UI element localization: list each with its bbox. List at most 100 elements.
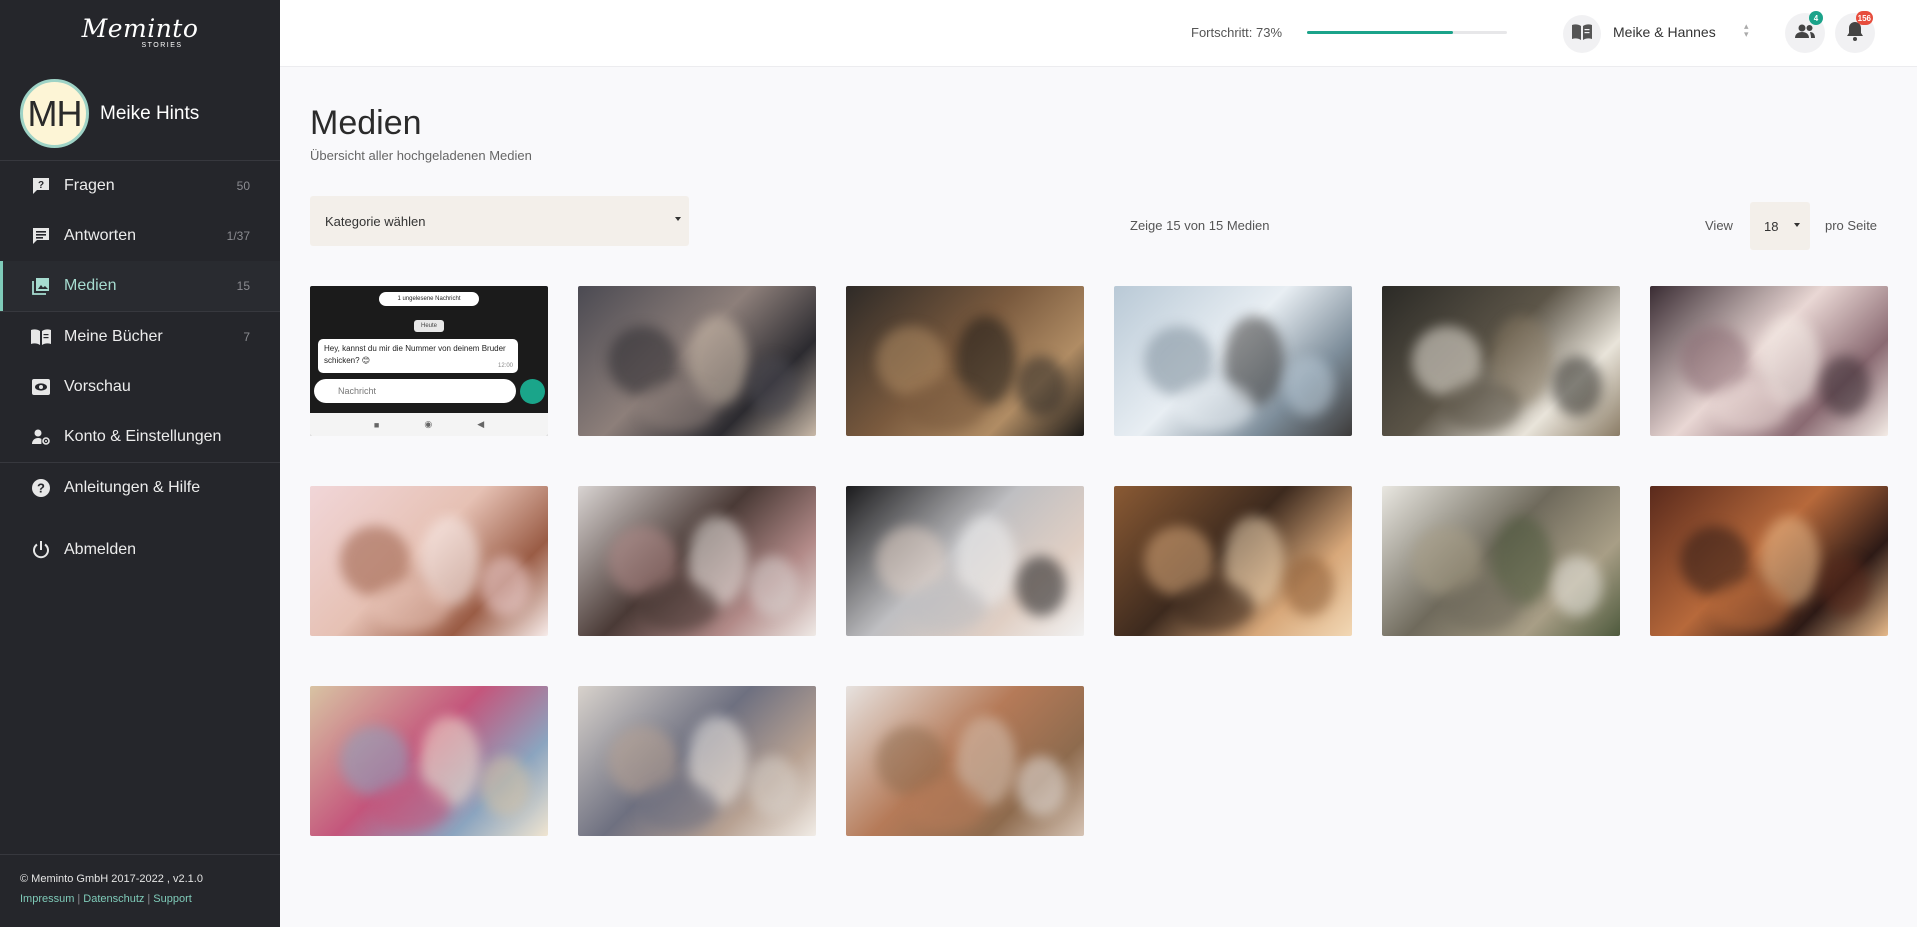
sidebar-item-count: 50 [236, 179, 250, 193]
view-label: View [1705, 218, 1733, 233]
image-icon [30, 275, 52, 297]
friends-badge: 4 [1809, 11, 1823, 25]
chat-input: Nachricht [314, 379, 516, 403]
power-icon [30, 539, 52, 561]
sidebar-item-antworten[interactable]: Antworten 1/37 [0, 211, 280, 261]
photo-shape [906, 381, 986, 431]
photo-shape [638, 581, 718, 631]
date-chip: Heute [414, 320, 444, 332]
svg-text:?: ? [38, 180, 44, 191]
photo-shape [1016, 356, 1066, 416]
svg-text:?: ? [37, 481, 45, 496]
media-tile[interactable] [846, 686, 1084, 836]
sidebar-item-abmelden[interactable]: Abmelden [0, 525, 280, 575]
per-page-label: pro Seite [1825, 218, 1878, 233]
back-triangle-icon: ◀ [477, 419, 485, 429]
page-title: Medien [310, 104, 422, 142]
user-profile[interactable]: MH Meike Hints [0, 67, 280, 160]
sidebar-item-label: Konto & Einstellungen [64, 428, 222, 445]
book-icon [30, 326, 52, 348]
caret-down-icon [675, 217, 681, 221]
mic-icon [520, 379, 545, 404]
media-tile[interactable] [578, 286, 816, 436]
media-tile[interactable] [578, 486, 816, 636]
sidebar-item-medien[interactable]: Medien 15 [0, 261, 280, 311]
photo-shape [906, 581, 986, 631]
media-tile[interactable] [1650, 286, 1888, 436]
photo-shape [370, 781, 450, 831]
support-link[interactable]: Support [153, 893, 192, 905]
user-settings-icon [30, 426, 52, 448]
topbar: Fortschritt: 73% Meike & Hannes ▴ ▾ 4 156 [280, 0, 1917, 67]
question-icon: ? [30, 175, 52, 197]
sidebar: Meminto STORIES MH Meike Hints ? Fragen … [0, 0, 280, 927]
help-icon: ? [30, 477, 52, 499]
sidebar-item-count: 15 [236, 279, 250, 293]
phone-navbar: ■ ◉ ◀ [310, 413, 548, 436]
photo-shape [638, 381, 718, 431]
user-name: Meike Hints [100, 102, 200, 124]
sidebar-item-label: Antworten [64, 227, 137, 244]
photo-shape [370, 581, 450, 631]
sidebar-item-hilfe[interactable]: ? Anleitungen & Hilfe [0, 463, 280, 513]
sidebar-item-vorschau[interactable]: Vorschau [0, 362, 280, 412]
caret-down-icon [1794, 223, 1800, 227]
photo-shape [1016, 756, 1066, 816]
photo-shape [748, 756, 798, 816]
logo-subtext: STORIES [141, 42, 183, 49]
media-tile[interactable] [310, 486, 548, 636]
chevron-updown-icon[interactable]: ▴ ▾ [1744, 22, 1749, 39]
media-tile[interactable] [1114, 286, 1352, 436]
book-button[interactable] [1563, 15, 1601, 53]
photo-shape [480, 756, 530, 816]
photo-shape [1552, 556, 1602, 616]
media-tile[interactable] [846, 286, 1084, 436]
sidebar-item-fragen[interactable]: ? Fragen 50 [0, 161, 280, 211]
photo-shape [1820, 356, 1870, 416]
media-tile[interactable] [1382, 286, 1620, 436]
photo-shape [1442, 381, 1522, 431]
per-page-value: 18 [1764, 218, 1779, 234]
datenschutz-link[interactable]: Datenschutz [83, 893, 144, 905]
progress-bar [1307, 31, 1507, 34]
impressum-link[interactable]: Impressum [20, 893, 74, 905]
media-tile[interactable] [1650, 486, 1888, 636]
home-circle-icon: ◉ [424, 419, 433, 429]
avatar[interactable]: MH [20, 79, 89, 148]
book-selector[interactable]: Meike & Hannes [1613, 24, 1716, 40]
sidebar-footer: © Meminto GmbH 2017-2022 , v2.1.0 Impres… [0, 854, 280, 927]
footer-links: Impressum | Datenschutz | Support [20, 893, 192, 905]
sidebar-item-label: Medien [64, 277, 117, 294]
media-tile[interactable]: 1 ungelesene Nachricht Heute Hey, kannst… [310, 286, 548, 436]
chat-icon [30, 225, 52, 247]
progress-fill [1307, 31, 1453, 34]
friends-button[interactable]: 4 [1785, 11, 1825, 53]
page-subtitle: Übersicht aller hochgeladenen Medien [310, 148, 532, 163]
photo-shape [1442, 581, 1522, 631]
book-icon [1571, 23, 1593, 46]
logo[interactable]: Meminto STORIES [0, 0, 280, 67]
per-page-select[interactable]: 18 [1750, 202, 1810, 250]
sidebar-item-meine-buecher[interactable]: Meine Bücher 7 [0, 312, 280, 362]
users-icon [1794, 23, 1816, 44]
photo-shape [480, 556, 530, 616]
media-tile[interactable] [1114, 486, 1352, 636]
sidebar-item-label: Anleitungen & Hilfe [64, 479, 201, 496]
media-tile[interactable] [846, 486, 1084, 636]
category-select[interactable]: Kategorie wählen [310, 196, 689, 246]
photo-shape [1710, 381, 1790, 431]
logo-text: Meminto [81, 14, 199, 43]
copyright: © Meminto GmbH 2017-2022 , v2.1.0 [20, 873, 203, 885]
sidebar-item-konto[interactable]: Konto & Einstellungen [0, 412, 280, 462]
progress-label: Fortschritt: 73% [1191, 25, 1283, 40]
sidebar-item-label: Fragen [64, 177, 115, 194]
photo-shape [906, 781, 986, 831]
media-tile[interactable] [310, 686, 548, 836]
category-select-value: Kategorie wählen [325, 213, 426, 229]
media-tile[interactable] [1382, 486, 1620, 636]
media-tile[interactable] [578, 686, 816, 836]
notifications-button[interactable]: 156 [1835, 11, 1875, 53]
chat-message-time: 12:00 [497, 363, 513, 369]
photo-shape [1710, 581, 1790, 631]
